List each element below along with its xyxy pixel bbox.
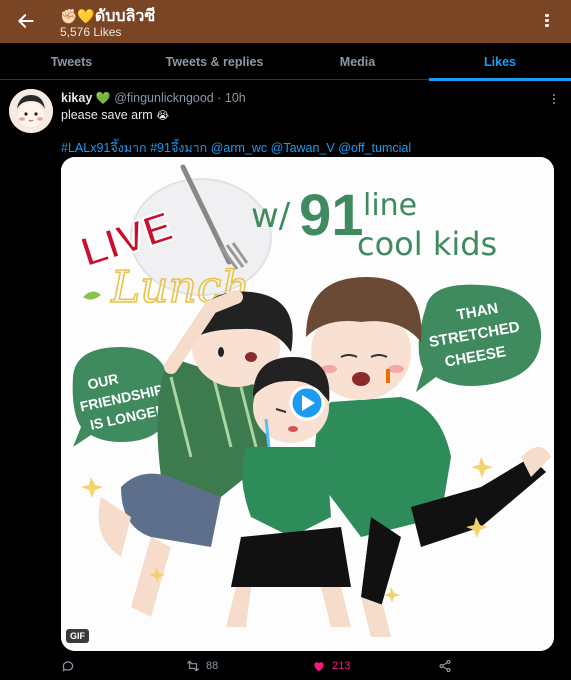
title-text: ดับบลิวซี — [94, 8, 156, 25]
art-coolkids-text: cool kids — [357, 225, 497, 263]
kebab-dot — [545, 18, 549, 23]
retweet-icon — [187, 660, 199, 672]
share-button[interactable] — [438, 655, 458, 677]
reply-icon — [62, 661, 74, 672]
back-button[interactable] — [12, 8, 42, 34]
tweet-time[interactable]: · 10h — [217, 91, 246, 105]
tweet-media-gif[interactable]: LIVE Lunch w/ 91 line cool kids OUR FRIE… — [61, 157, 554, 651]
retweet-count: 88 — [206, 660, 219, 672]
tweet-text: please save arm 😭 — [61, 108, 169, 122]
hashtag-link[interactable]: #LALx91จึ้งมาก — [61, 141, 147, 155]
tab-tweets[interactable]: Tweets — [0, 43, 143, 80]
share-icon — [439, 659, 451, 673]
art-91-text: 91 — [299, 183, 364, 248]
title-emoji: ✊🏻💛 — [60, 9, 95, 25]
crying-emoji: 😭 — [156, 109, 170, 122]
avatar-image — [9, 89, 53, 133]
like-count: 213 — [332, 660, 351, 672]
hashtag-link[interactable]: #91จึ้งมาก — [150, 141, 207, 155]
mention-link[interactable]: @off_tumcial — [338, 141, 411, 155]
gif-badge: GIF — [66, 629, 89, 643]
mention-link[interactable]: @Tawan_V — [271, 141, 335, 155]
mention-link[interactable]: @arm_wc — [211, 141, 267, 155]
menu-dot — [552, 97, 556, 100]
author-handle[interactable]: @fingunlickngood — [114, 91, 214, 105]
tweet-more-button[interactable] — [549, 92, 559, 106]
art-line-text: line — [363, 188, 417, 223]
tab-tweets-replies[interactable]: Tweets & replies — [143, 43, 286, 80]
author-emoji: 💚 — [95, 91, 111, 105]
tweet-hashtags: #LALx91จึ้งมาก #91จึ้งมาก @arm_wc @Tawan… — [61, 138, 411, 158]
menu-dot — [552, 101, 556, 104]
tweet-text-body: please save arm — [61, 108, 153, 122]
heart-filled-icon — [314, 662, 324, 672]
tab-likes[interactable]: Likes — [429, 43, 571, 81]
more-options-button[interactable] — [537, 12, 557, 32]
tweet-actions: 88 213 — [0, 655, 571, 677]
like-button[interactable]: 213 — [312, 655, 350, 677]
avatar[interactable] — [9, 89, 53, 133]
profile-header: ✊🏻💛ดับบลิวซี 5,576 Likes — [0, 0, 571, 43]
reply-button[interactable] — [61, 655, 81, 677]
retweet-button[interactable]: 88 — [186, 655, 218, 677]
tab-media[interactable]: Media — [286, 43, 429, 80]
arrow-left-icon — [18, 14, 34, 28]
art-with-text: w/ — [251, 196, 291, 236]
likes-count: 5,576 Likes — [60, 25, 122, 39]
menu-dot — [552, 93, 556, 96]
tweet-author[interactable]: kikay 💚 @fingunlickngood · 10h — [61, 91, 246, 105]
profile-tabs: Tweets Tweets & replies Media Likes — [0, 43, 571, 81]
kebab-dot — [545, 23, 549, 28]
author-display-name[interactable]: kikay — [61, 91, 92, 105]
illustration: LIVE Lunch w/ 91 line cool kids OUR FRIE… — [61, 157, 554, 651]
kebab-dot — [545, 13, 549, 17]
